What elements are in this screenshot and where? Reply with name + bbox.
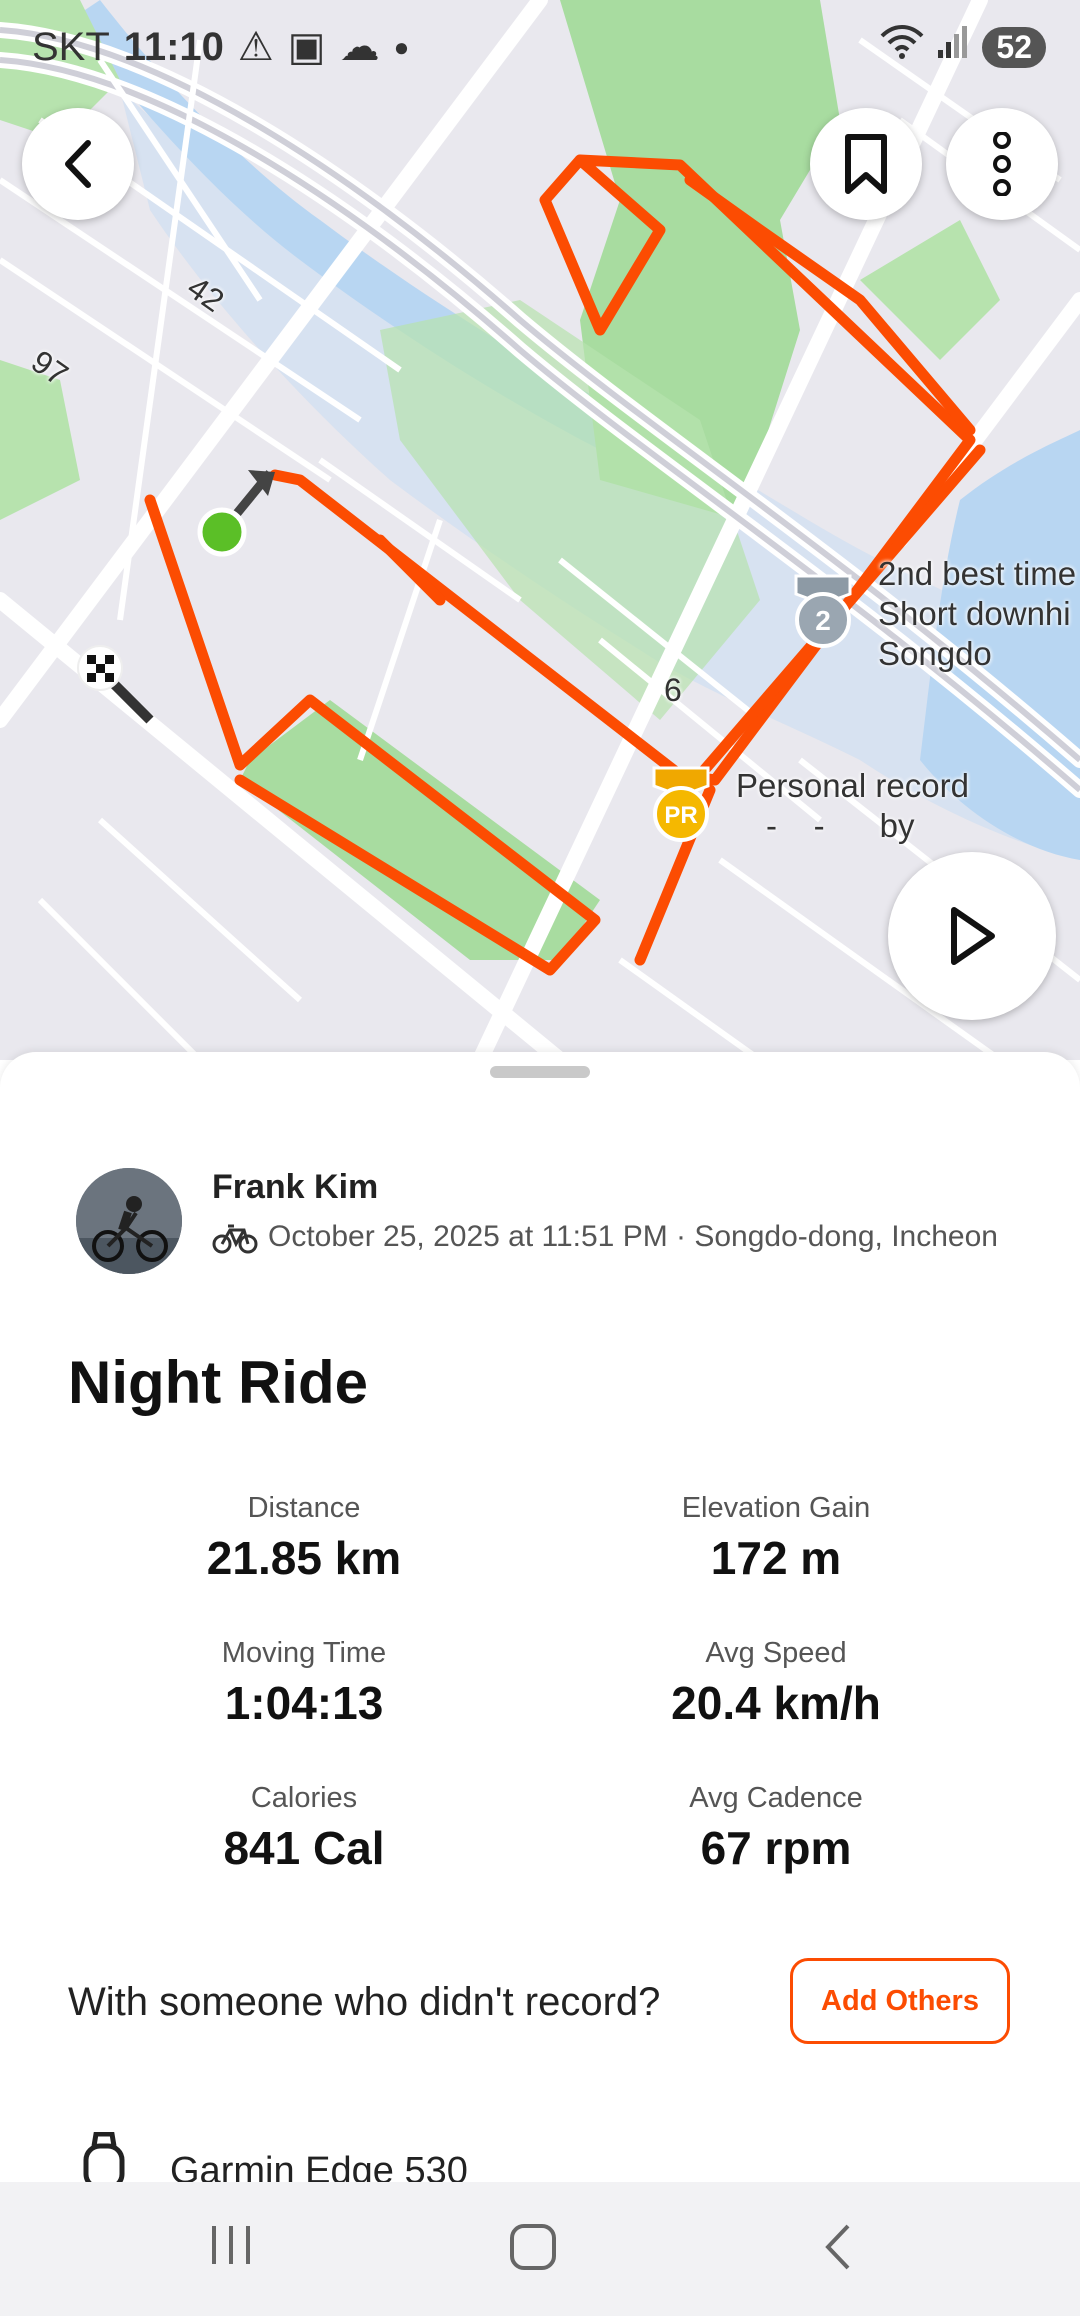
- medal-icon: 2: [794, 574, 852, 648]
- stat-avg-cadence: Avg Cadence 67 rpm: [566, 1782, 986, 1875]
- watch-icon: [76, 2131, 132, 2182]
- stat-distance: Distance 21.85 km: [94, 1492, 514, 1585]
- clock: 11:10: [123, 24, 224, 69]
- more-vertical-icon: [993, 132, 1011, 196]
- carrier-label: SKT: [32, 24, 110, 69]
- stat-label: Elevation Gain: [681, 1492, 871, 1524]
- recents-icon: [212, 2226, 250, 2264]
- stat-label: Moving Time: [221, 1637, 387, 1669]
- avatar[interactable]: [76, 1168, 182, 1274]
- home-button[interactable]: [508, 2222, 558, 2277]
- cloud-icon: ☁: [339, 25, 380, 69]
- pr-medal-icon: PR: [652, 766, 710, 842]
- activity-title: Night Ride: [68, 1349, 368, 1416]
- with-others-prompt: With someone who didn't record?: [68, 1980, 661, 2024]
- stat-value: 21.85 km: [206, 1532, 402, 1584]
- stat-value: 67 rpm: [700, 1822, 852, 1874]
- save-route-button[interactable]: [810, 108, 922, 220]
- recording-device: Garmin Edge 530: [170, 2150, 468, 2182]
- dot-icon: ●: [393, 31, 410, 62]
- more-options-button[interactable]: [946, 108, 1058, 220]
- athlete-name[interactable]: Frank Kim: [212, 1168, 378, 1207]
- segment-badge-pr[interactable]: PR: [648, 766, 714, 851]
- activity-date-location: October 25, 2025 at 11:51 PM · Songdo-do…: [268, 1220, 998, 1253]
- signal-icon: [936, 24, 970, 70]
- achievement-line: - - by: [766, 807, 915, 844]
- chevron-left-icon: [65, 140, 91, 188]
- screenshot-icon: ▣: [287, 25, 326, 69]
- sheet-drag-handle[interactable]: [490, 1066, 590, 1078]
- stat-moving-time: Moving Time 1:04:13: [94, 1637, 514, 1730]
- achievement-line: Short downhi: [878, 595, 1071, 632]
- back-button[interactable]: [22, 108, 134, 220]
- stat-elevation-gain: Elevation Gain 172 m: [566, 1492, 986, 1585]
- recent-apps-button[interactable]: [208, 2222, 254, 2273]
- achievement-label: Personal record - - by: [736, 766, 969, 846]
- stat-value: 1:04:13: [224, 1677, 384, 1729]
- achievement-line: Personal record: [736, 767, 969, 804]
- svg-text:PR: PR: [664, 802, 697, 829]
- stat-label: Calories: [250, 1782, 358, 1814]
- achievement-label: 2nd best time Short downhi Songdo: [878, 554, 1076, 674]
- home-icon: [510, 2224, 556, 2270]
- stat-value: 841 Cal: [223, 1822, 385, 1874]
- stat-label: Avg Cadence: [689, 1782, 863, 1814]
- stat-avg-speed: Avg Speed 20.4 km/h: [566, 1637, 986, 1730]
- wifi-icon: [880, 24, 924, 70]
- add-others-button[interactable]: Add Others: [790, 1958, 1010, 2044]
- cyclist-photo: [76, 1168, 182, 1274]
- alert-icon: ⚠: [237, 25, 274, 69]
- bookmark-icon: [845, 134, 887, 194]
- achievement-line: Songdo: [878, 635, 992, 672]
- stat-calories: Calories 841 Cal: [94, 1782, 514, 1875]
- stat-label: Avg Speed: [705, 1637, 847, 1669]
- stat-value: 20.4 km/h: [671, 1677, 881, 1729]
- system-back-button[interactable]: [820, 2222, 854, 2277]
- activity-map[interactable]: 42 97 6 2 2nd best time Short downhi Son…: [0, 0, 1080, 1060]
- bike-icon: [212, 1224, 258, 1254]
- back-chevron-icon: [825, 2224, 850, 2270]
- road-label: 6: [664, 672, 682, 708]
- flyover-play-button[interactable]: [888, 852, 1056, 1020]
- achievement-line: 2nd best time: [878, 555, 1077, 592]
- activity-meta: October 25, 2025 at 11:51 PM · Songdo-do…: [212, 1220, 998, 1254]
- stat-label: Distance: [247, 1492, 361, 1524]
- status-bar: SKT 11:10 ⚠ ▣ ☁ ● 52: [0, 0, 1080, 100]
- stat-value: 172 m: [710, 1532, 842, 1584]
- segment-badge-2nd[interactable]: 2: [790, 574, 856, 655]
- system-navigation-bar: [0, 2182, 1080, 2316]
- svg-text:2: 2: [815, 605, 831, 636]
- activity-details-sheet[interactable]: Frank Kim October 25, 2025 at 11:51 PM ·…: [0, 1052, 1080, 2182]
- battery-indicator: 52: [982, 26, 1046, 68]
- play-icon: [951, 907, 995, 965]
